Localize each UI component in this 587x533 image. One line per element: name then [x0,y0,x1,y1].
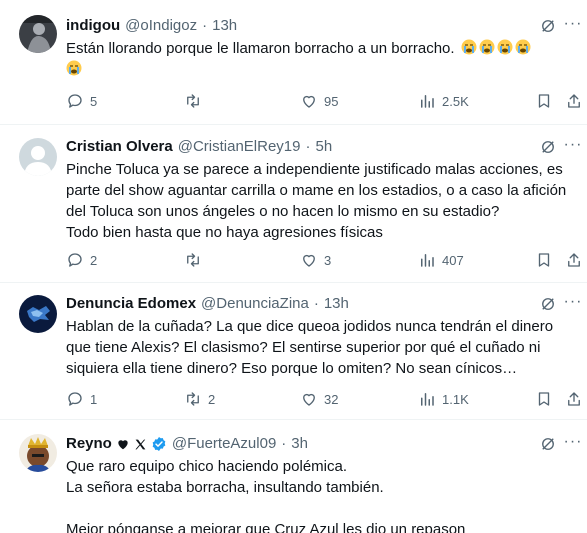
views-count: 1.1K [442,391,469,407]
retweet-button[interactable] [184,91,208,111]
share-icon [568,392,580,406]
like-icon [303,254,315,267]
share-icon [568,253,580,267]
author-handle[interactable]: @CristianElRey19 [178,137,301,157]
tweet-text: Pinche Toluca ya se parece a independien… [66,161,563,178]
crying-emoji-icon [66,59,576,80]
views-count: 2.5K [442,93,469,109]
reply-count: 2 [90,252,98,268]
bookmark-button[interactable] [535,389,553,409]
reply-button[interactable]: 2 [66,250,97,270]
reply-icon [68,94,82,108]
bookmark-icon [538,253,550,267]
author-handle[interactable]: @oIndigoz [125,16,197,36]
tweet[interactable]: Cristian Olvera @CristianElRey19 · 5h ··… [0,125,587,283]
views-icon [421,393,434,406]
views-button[interactable]: 1.1K [418,389,469,409]
author-name[interactable]: Reyno [66,434,112,454]
verified-icon [151,436,167,452]
timestamp[interactable]: 3h [291,434,308,454]
retweet-button[interactable] [184,250,208,270]
reply-count: 1 [90,391,98,407]
like-icon [303,95,315,108]
avatar[interactable] [19,15,57,53]
grok-icon[interactable] [539,295,557,313]
share-icon [568,94,580,108]
bookmark-button[interactable] [535,250,553,270]
author-name[interactable]: Cristian Olvera [66,137,173,157]
retweet-icon [187,94,199,108]
author-name[interactable]: Denuncia Edomex [66,294,196,314]
views-count: 407 [442,252,464,268]
avatar[interactable] [19,295,57,333]
more-icon[interactable]: ··· [563,434,583,453]
share-button[interactable] [565,389,583,409]
share-button[interactable] [565,250,583,270]
tweet-text: Hablan de la cuñada? La que dice queoa j… [66,318,554,335]
tweet-text: que tiene Alexis? El clasismo? El sentir… [66,339,541,356]
author-name[interactable]: indigou [66,16,120,36]
tweet[interactable]: Reyno @FuerteAzul09 · 3h ··· Que raro eq… [0,420,587,533]
views-button[interactable]: 407 [418,250,464,270]
tweet-text [66,498,576,519]
timestamp[interactable]: 13h [212,16,237,36]
tweet-text: La señora estaba borracha, insultando ta… [66,479,384,496]
bookmark-icon [538,392,550,406]
avatar[interactable] [19,434,57,472]
tweet-text: Todo bien hasta que no haya agresiones f… [66,224,383,241]
like-button[interactable]: 95 [300,91,338,111]
tweet-text: del Toluca son unos ángeles o no hacen l… [66,203,500,220]
separator: · [313,295,319,312]
like-count: 3 [324,252,332,268]
tweet-text: parte del show aguantar carrilla o mame … [66,182,567,199]
like-icon [303,393,315,406]
tweet[interactable]: indigou @oIndigoz · 13h ··· Están lloran… [0,0,587,125]
tweet-text: Mejor pónganse a mejorar que Cruz Azul l… [66,521,466,533]
tweet-text: Que raro equipo chico haciendo polémica. [66,458,348,475]
timestamp[interactable]: 13h [324,294,349,314]
x-logo-icon [134,438,147,451]
bookmark-icon [538,94,550,108]
author-handle[interactable]: @DenunciaZina [201,294,309,314]
avatar[interactable] [19,138,57,176]
crying-emoji-icon [459,39,531,57]
author-handle[interactable]: @FuerteAzul09 [172,434,276,454]
views-button[interactable]: 2.5K [418,91,469,111]
retweet-button[interactable]: 2 [184,389,215,409]
like-count: 32 [324,391,339,407]
like-button[interactable]: 3 [300,250,331,270]
retweet-icon [187,392,199,406]
share-button[interactable] [565,91,583,111]
reply-button[interactable]: 1 [66,389,97,409]
grok-icon[interactable] [539,17,557,35]
heart-icon [116,437,130,451]
like-button[interactable]: 32 [300,389,338,409]
retweet-count: 2 [208,391,216,407]
tweet-text: siquiera ella tiene dinero? Eso porque l… [66,360,518,377]
grok-icon[interactable] [539,435,557,453]
timestamp[interactable]: 5h [316,137,333,157]
reply-count: 5 [90,93,98,109]
separator: · [281,435,287,452]
bookmark-button[interactable] [535,91,553,111]
tweet-text: Están llorando porque le llamaron borrac… [66,40,455,57]
more-icon[interactable]: ··· [563,16,583,35]
reply-icon [68,392,82,406]
retweet-icon [187,253,199,267]
separator: · [305,138,311,155]
like-count: 95 [324,93,339,109]
views-icon [421,254,434,267]
more-icon[interactable]: ··· [563,294,583,313]
more-icon[interactable]: ··· [563,137,583,156]
reply-icon [68,253,82,267]
grok-icon[interactable] [539,138,557,156]
separator: · [202,17,208,34]
views-icon [421,95,434,108]
tweet[interactable]: Denuncia Edomex @DenunciaZina · 13h ··· … [0,283,587,420]
reply-button[interactable]: 5 [66,91,97,111]
